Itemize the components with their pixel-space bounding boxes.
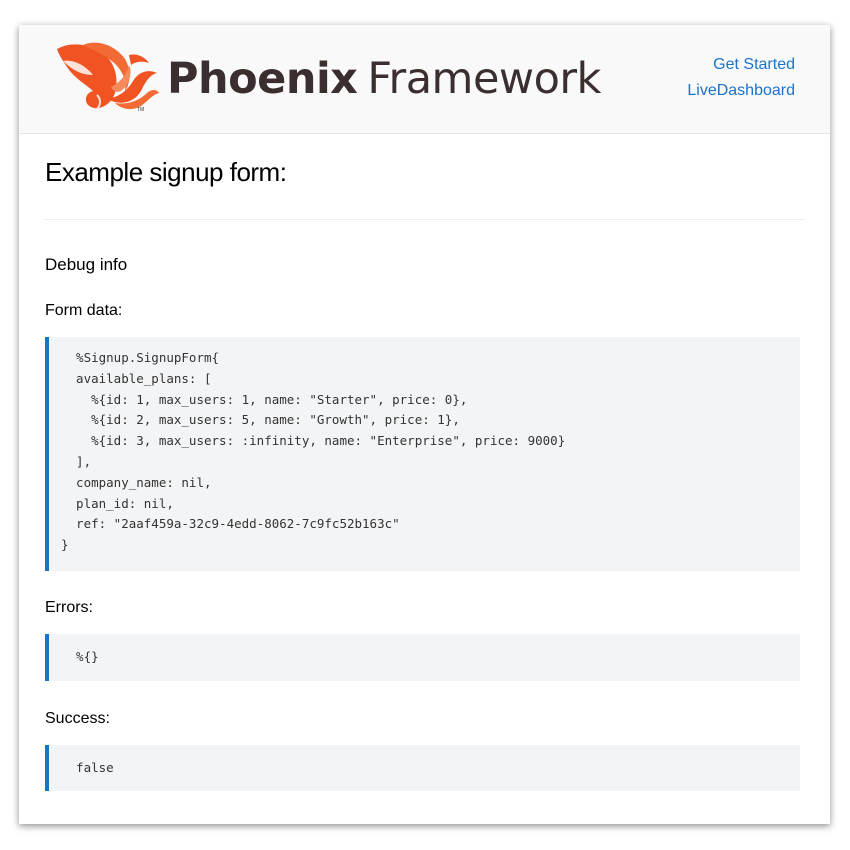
phoenix-flame-icon: TM xyxy=(57,42,159,113)
browser-window: TM Phoenix Framework Get Started LiveDash… xyxy=(19,25,830,824)
site-header: TM Phoenix Framework Get Started LiveDash… xyxy=(19,25,830,134)
phoenix-logo-link[interactable]: TM Phoenix Framework xyxy=(53,39,601,115)
nav-link-livedashboard[interactable]: LiveDashboard xyxy=(687,78,795,104)
form-data-label: Form data: xyxy=(45,302,123,319)
success-code-block: false xyxy=(45,745,800,791)
divider xyxy=(45,219,805,220)
logo-wordmark: Phoenix Framework xyxy=(167,57,601,101)
form-data-code-block: %Signup.SignupForm{ available_plans: [ %… xyxy=(45,337,800,571)
page-title: Example signup form: xyxy=(45,157,287,187)
header-nav: Get Started LiveDashboard xyxy=(687,52,795,104)
errors-label: Errors: xyxy=(45,599,93,616)
errors-code-block: %{} xyxy=(45,634,800,681)
logo-word-framework: Framework xyxy=(367,53,601,104)
nav-link-get-started[interactable]: Get Started xyxy=(687,52,795,78)
logo-word-phoenix: Phoenix xyxy=(167,53,358,104)
debug-info-heading: Debug info xyxy=(45,255,128,274)
trademark-mark: TM xyxy=(137,107,144,113)
success-label: Success: xyxy=(45,710,110,727)
